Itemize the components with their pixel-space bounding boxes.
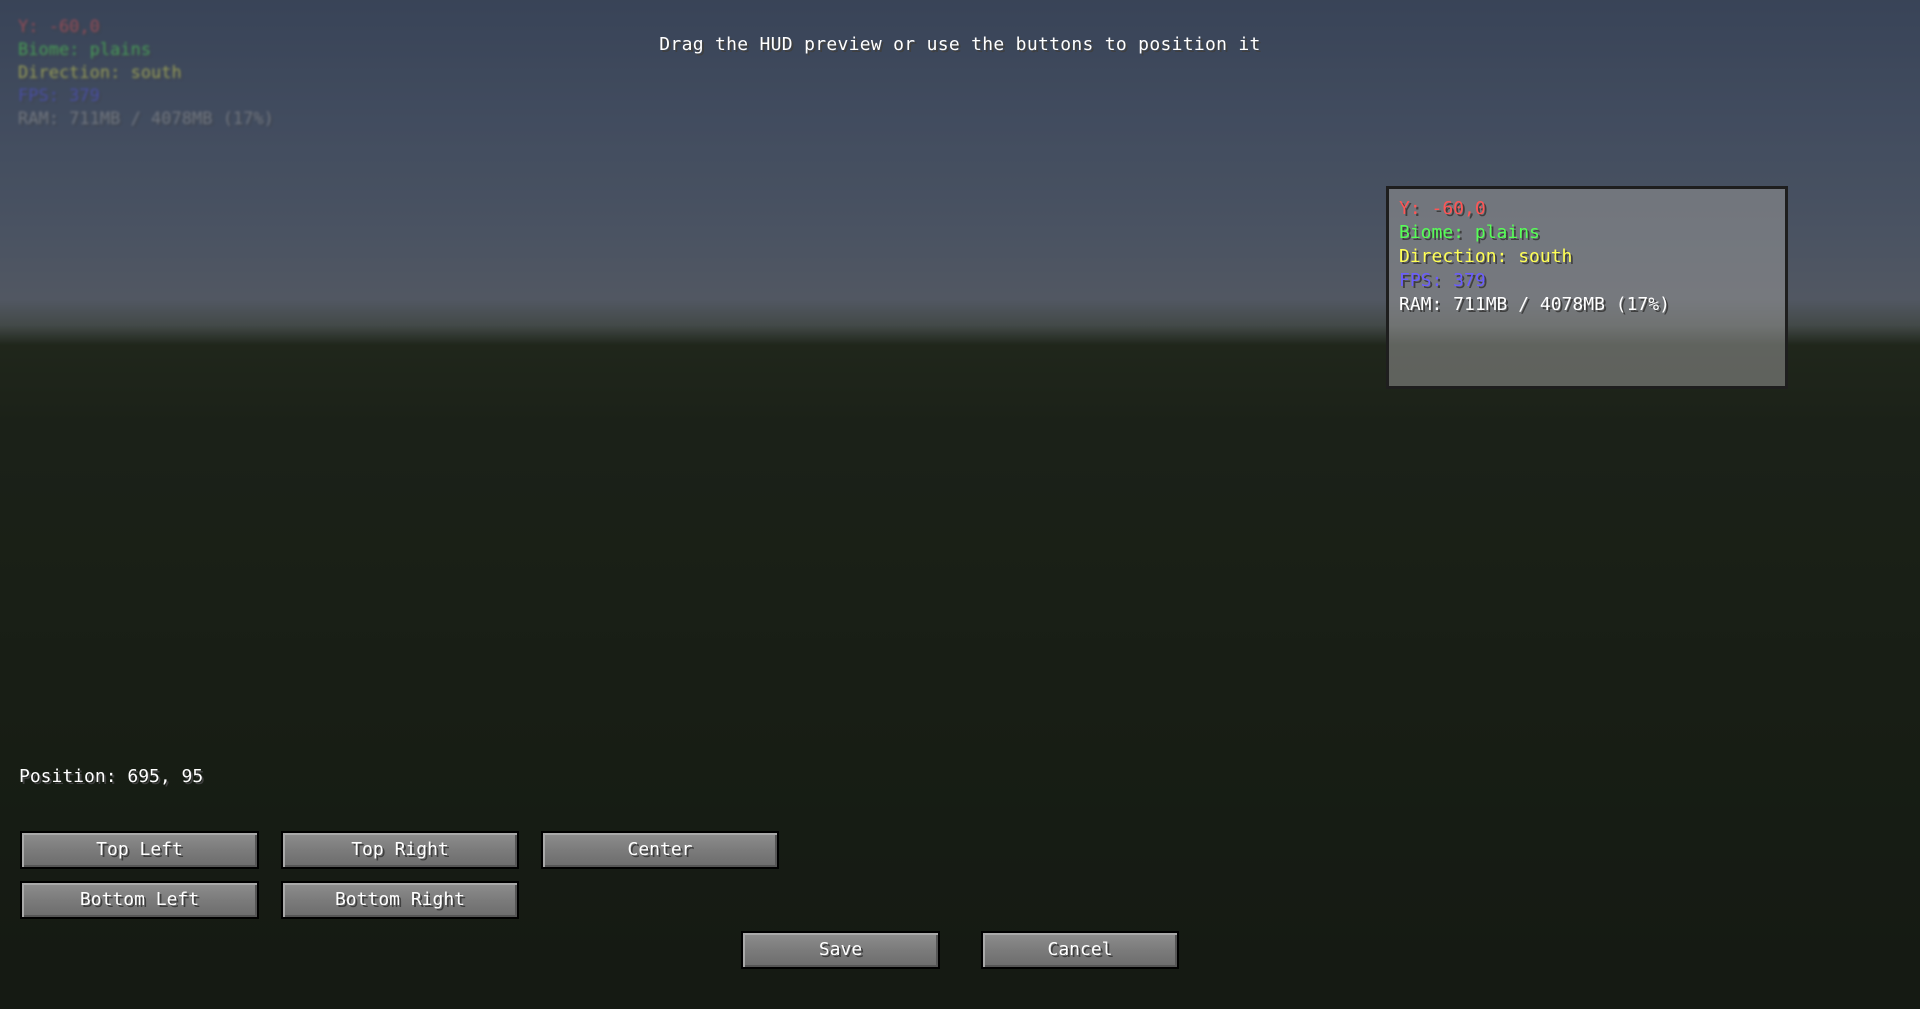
screen-instruction-title: Drag the HUD preview or use the buttons …: [659, 34, 1261, 55]
top-left-button[interactable]: Top Left: [20, 831, 259, 869]
hud-line-fps: FPS: 379: [1399, 270, 1486, 291]
background-hud-line-ram: RAM: 711MB / 4078MB (17%): [18, 109, 274, 129]
hud-line-y-coordinate: Y: -60,0: [1399, 198, 1486, 219]
center-button[interactable]: Center: [541, 831, 779, 869]
background-hud-line-fps: FPS: 379: [18, 86, 100, 106]
save-button[interactable]: Save: [741, 931, 940, 969]
bottom-left-button[interactable]: Bottom Left: [20, 881, 259, 919]
hud-line-direction: Direction: south: [1399, 246, 1573, 267]
background-hud-line-direction: Direction: south: [18, 63, 182, 83]
hud-preview-panel[interactable]: Y: -60,0 Biome: plains Direction: south …: [1386, 186, 1788, 389]
cancel-button[interactable]: Cancel: [981, 931, 1179, 969]
bottom-right-button[interactable]: Bottom Right: [281, 881, 519, 919]
top-right-button[interactable]: Top Right: [281, 831, 519, 869]
hud-line-biome: Biome: plains: [1399, 222, 1540, 243]
position-readout: Position: 695, 95: [19, 766, 204, 787]
hud-line-ram: RAM: 711MB / 4078MB (17%): [1399, 294, 1670, 315]
